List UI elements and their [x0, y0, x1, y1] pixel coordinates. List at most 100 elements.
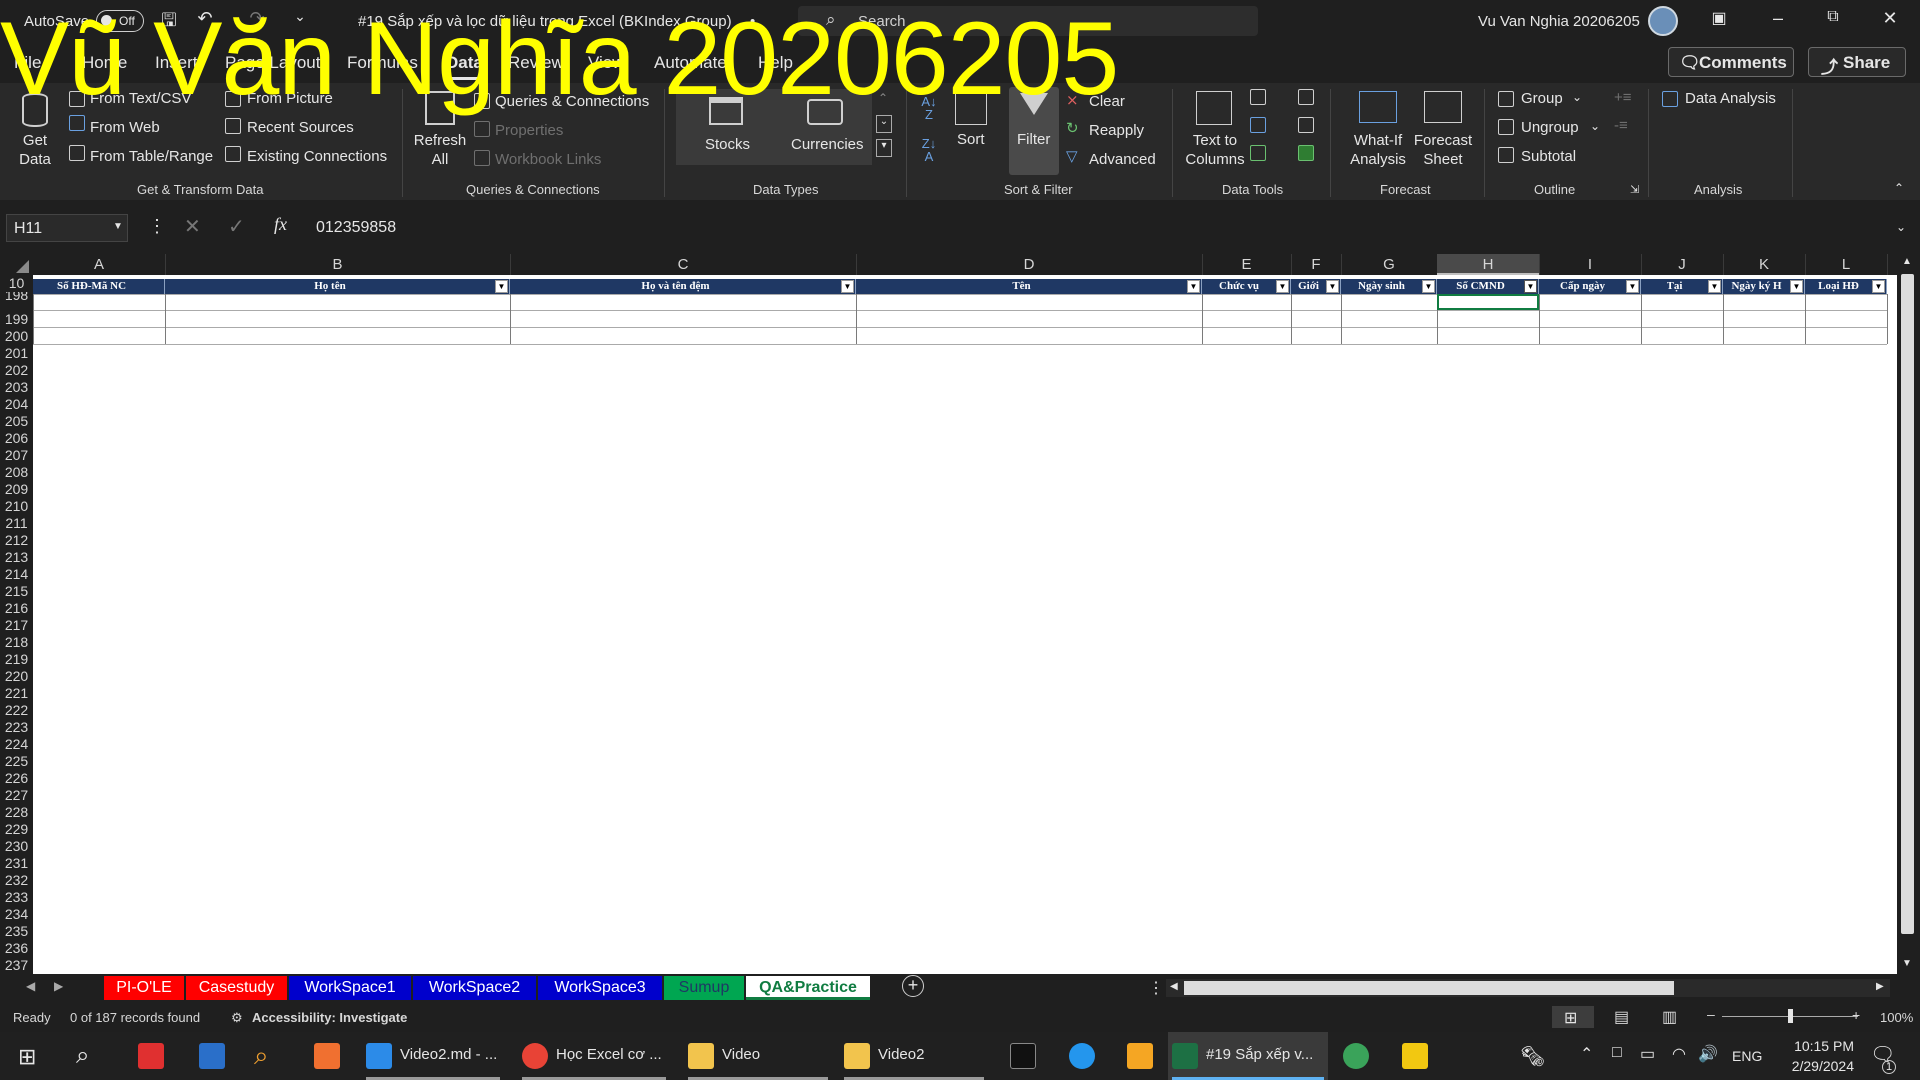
data-validation-icon[interactable]	[1250, 145, 1266, 161]
sort-button[interactable]: Sort	[957, 131, 985, 148]
app-s-icon[interactable]	[138, 1043, 164, 1069]
column-header-l[interactable]: L	[1805, 256, 1887, 273]
table-header-cell[interactable]: Số HĐ-Mã NC	[33, 279, 165, 294]
worksheet-grid[interactable]: ABCDEFGHIJKL 198 199 200 201 202 203 204 205 206…	[0, 254, 1920, 975]
scroll-left-icon[interactable]: ◀	[1170, 981, 1178, 992]
row-header[interactable]: 232	[0, 872, 33, 889]
group-dropdown-icon[interactable]: ⌄	[1572, 90, 1582, 104]
row-header[interactable]: 218	[0, 634, 33, 651]
reapply-button[interactable]: Reapply	[1089, 122, 1144, 139]
row-header[interactable]: 220	[0, 668, 33, 685]
table-header-cell[interactable]: Tên ▼	[856, 279, 1202, 294]
camera-icon[interactable]: □	[1612, 1044, 1622, 1062]
subtotal-button[interactable]: Subtotal	[1521, 148, 1576, 165]
app-blue-icon[interactable]	[199, 1043, 225, 1069]
data-model-icon[interactable]	[1298, 145, 1314, 161]
clock-date[interactable]: 2/29/2024	[1778, 1058, 1854, 1074]
row-header[interactable]: 225	[0, 753, 33, 770]
table-header-cell[interactable]: Loại HĐ ▼	[1805, 279, 1887, 294]
recent-sources-button[interactable]: Recent Sources	[247, 119, 354, 136]
text-to-columns-button[interactable]: Text to Columns	[1182, 131, 1248, 169]
row-header[interactable]: 207	[0, 447, 33, 464]
table-header-cell[interactable]: Họ và tên đệm ▼	[510, 279, 856, 294]
more-options-icon[interactable]: ⋮	[148, 216, 166, 237]
from-table-range-button[interactable]: From Table/Range	[90, 148, 213, 165]
comments-button[interactable]: 🗨 Comments	[1668, 47, 1794, 77]
filter-dropdown-icon[interactable]: ▼	[1276, 280, 1289, 293]
data-analysis-button[interactable]: Data Analysis	[1685, 90, 1776, 107]
tab-options-icon[interactable]: ⋮	[1148, 978, 1164, 998]
name-box[interactable]: H11 ▼	[6, 214, 128, 242]
sheet-tab[interactable]: QA&Practice	[746, 976, 870, 1000]
select-all-corner[interactable]	[0, 254, 33, 275]
row-header[interactable]: 205	[0, 413, 33, 430]
column-header-g[interactable]: G	[1341, 256, 1437, 273]
what-if-analysis-button[interactable]: What-If Analysis	[1340, 131, 1416, 169]
row-header[interactable]: 204	[0, 396, 33, 413]
scroll-right-icon[interactable]: ▶	[1876, 981, 1884, 992]
volume-icon[interactable]: 🔊	[1698, 1044, 1718, 1064]
outline-launcher-icon[interactable]: ⇲	[1630, 183, 1639, 196]
row-header[interactable]: 236	[0, 940, 33, 957]
filter-dropdown-icon[interactable]: ▼	[1326, 280, 1339, 293]
table-header-cell[interactable]: Ngày ký H ▼	[1723, 279, 1805, 294]
column-header-f[interactable]: F	[1291, 256, 1341, 273]
properties-button[interactable]: Properties	[495, 122, 563, 139]
expand-formula-icon[interactable]: ⌄	[1896, 220, 1906, 234]
next-sheet-icon[interactable]: ▶	[54, 979, 63, 993]
filter-dropdown-icon[interactable]: ▼	[1708, 280, 1721, 293]
column-header-k[interactable]: K	[1723, 256, 1805, 273]
column-header-a[interactable]: A	[33, 256, 165, 273]
row-header[interactable]: 227	[0, 787, 33, 804]
forecast-sheet-button[interactable]: Forecast Sheet	[1412, 131, 1474, 169]
row-header[interactable]: 213	[0, 549, 33, 566]
avatar[interactable]	[1648, 6, 1678, 36]
zoom-level[interactable]: 100%	[1880, 1010, 1913, 1025]
flash-fill-icon[interactable]	[1250, 89, 1266, 105]
column-header-d[interactable]: D	[856, 256, 1202, 273]
horizontal-scroll-thumb[interactable]	[1184, 981, 1674, 995]
row-header[interactable]: 200	[0, 328, 33, 345]
column-header-e[interactable]: E	[1202, 256, 1291, 273]
row-header[interactable]: 235	[0, 923, 33, 940]
table-header-cell[interactable]: Giới ▼	[1291, 279, 1341, 294]
page-layout-view-icon[interactable]: ▤	[1614, 1007, 1629, 1027]
ribbon-display-icon[interactable]: ▣	[1706, 8, 1732, 34]
row-header[interactable]: 214	[0, 566, 33, 583]
table-header-cell[interactable]: Tại ▼	[1641, 279, 1723, 294]
taskbar-app[interactable]: Video2.md - ...	[362, 1032, 504, 1080]
row-header[interactable]: 237	[0, 957, 33, 974]
filter-dropdown-icon[interactable]: ▼	[1422, 280, 1435, 293]
zoom-out-icon[interactable]: –	[1707, 1006, 1715, 1022]
row-header[interactable]: 199	[0, 311, 33, 328]
sheet-tab[interactable]: Sumup	[664, 976, 744, 1000]
cancel-icon[interactable]: ✕	[184, 214, 201, 239]
taskbar-app[interactable]: Video	[684, 1032, 832, 1080]
add-sheet-icon[interactable]: +	[902, 975, 924, 997]
row-header[interactable]: 221	[0, 685, 33, 702]
zoom-in-icon[interactable]: +	[1852, 1007, 1860, 1023]
collapse-ribbon-icon[interactable]: ⌃	[1894, 181, 1904, 195]
row-header-10[interactable]: 10	[0, 275, 33, 292]
table-header-cell[interactable]: Họ tên ▼	[165, 279, 510, 294]
row-header[interactable]: 203	[0, 379, 33, 396]
gallery-more-icon[interactable]: ▾	[876, 139, 892, 157]
table-header-cell[interactable]: Ngày sinh ▼	[1341, 279, 1437, 294]
row-header[interactable]: 233	[0, 889, 33, 906]
hide-detail-icon[interactable]: -≡	[1614, 117, 1628, 134]
currencies-button[interactable]: Currencies	[791, 136, 864, 153]
row-header[interactable]: 217	[0, 617, 33, 634]
clock-time[interactable]: 10:15 PM	[1784, 1038, 1854, 1054]
sheet-tab[interactable]: WorkSpace3	[538, 976, 662, 1000]
windows-start-icon[interactable]: ⊞	[18, 1044, 36, 1070]
table-header-cell[interactable]: Cấp ngày ▼	[1539, 279, 1641, 294]
accessibility-status[interactable]: Accessibility: Investigate	[252, 1010, 407, 1025]
formula-input[interactable]: 012359858	[306, 214, 1896, 242]
news-widget-icon[interactable]: 🗞	[1520, 1044, 1545, 1069]
show-hidden-icons[interactable]: ⌃	[1580, 1044, 1593, 1064]
row-header[interactable]: 206	[0, 430, 33, 447]
taskbar-app[interactable]: #19 Sắp xếp v...	[1168, 1032, 1328, 1080]
row-header[interactable]: 223	[0, 719, 33, 736]
normal-view-button[interactable]: ⊞	[1552, 1006, 1594, 1028]
power-bi-icon[interactable]	[1402, 1043, 1428, 1069]
